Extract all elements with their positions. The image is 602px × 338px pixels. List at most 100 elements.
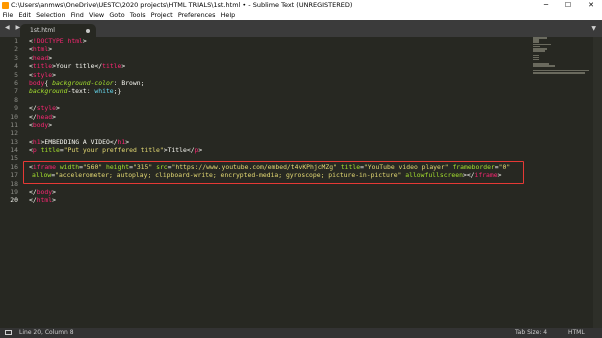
code-token: Title <box>167 146 187 155</box>
minimap-line <box>533 58 539 61</box>
code-line[interactable]: background-text: white;} <box>29 87 569 95</box>
menu-file[interactable]: File <box>0 11 16 20</box>
line-number: 16 <box>10 162 18 171</box>
code-line[interactable]: <title>Your title</title> <box>29 62 569 70</box>
code-token: </ <box>29 196 37 205</box>
code-token: white <box>94 87 114 96</box>
line-number: 6 <box>14 78 18 87</box>
menu-selection[interactable]: Selection <box>33 11 68 20</box>
tab-size-selector[interactable]: Tab Size: 4 <box>515 328 547 338</box>
code-line[interactable]: <h1>EMBEDDING A VIDEO</h1> <box>29 138 569 146</box>
code-line[interactable]: </head> <box>29 113 569 121</box>
code-line-current[interactable]: </html> <box>29 196 569 204</box>
minimize-button[interactable]: ─ <box>535 0 557 11</box>
code-line[interactable]: <!DOCTYPE html> <box>29 37 569 45</box>
close-button[interactable]: ✕ <box>580 0 602 11</box>
code-token: title <box>32 62 53 71</box>
line-number: 8 <box>14 95 18 104</box>
code-token: > <box>125 137 130 146</box>
status-bar: Line 20, Column 8 Tab Size: 4 HTML <box>0 328 602 338</box>
code-token: </ <box>94 62 103 71</box>
menu-project[interactable]: Project <box>148 11 175 20</box>
code-token: </ <box>29 112 37 121</box>
code-line[interactable]: </body> <box>29 188 569 196</box>
line-number: 18 <box>10 179 18 188</box>
tab-1st-html[interactable]: 1st.html <box>20 24 96 37</box>
menu-help[interactable]: Help <box>218 11 238 20</box>
minimap-line <box>533 50 545 52</box>
code-token: h1 <box>32 137 41 146</box>
line-number-gutter: 1 2 3 4 5 6 7 8 9 10 11 12 13 14 15 16 1… <box>0 37 22 205</box>
code-line-empty[interactable] <box>29 129 569 137</box>
minimap-line <box>533 72 585 74</box>
code-token: > <box>198 146 203 155</box>
sublime-app-icon <box>2 2 9 9</box>
code-token: ; <box>140 78 145 87</box>
menu-preferences[interactable]: Preferences <box>175 11 218 20</box>
code-line[interactable]: <head> <box>29 54 569 62</box>
menu-tools[interactable]: Tools <box>127 11 148 20</box>
code-line[interactable]: <body> <box>29 121 569 129</box>
menu-goto[interactable]: Goto <box>107 11 127 20</box>
code-token: > <box>48 45 53 54</box>
line-number: 7 <box>14 87 18 96</box>
minimap-line <box>533 65 555 68</box>
code-token: Your title <box>55 62 95 71</box>
panel-toggle-icon[interactable] <box>5 330 12 335</box>
tab-bar: ◀ ▶ 1st.html ▼ <box>0 20 602 37</box>
tab-label: 1st.html <box>30 27 55 34</box>
code-token: > <box>82 37 87 45</box>
code-line[interactable]: <style> <box>29 71 569 79</box>
code-token: head <box>36 112 53 121</box>
code-token: </ <box>29 104 37 113</box>
line-number: 5 <box>14 70 18 79</box>
line-number: 19 <box>10 188 18 197</box>
code-line-empty[interactable] <box>29 96 569 104</box>
unsaved-dot-icon[interactable] <box>86 29 90 33</box>
code-token: html <box>36 196 53 205</box>
code-line[interactable]: <html> <box>29 45 569 53</box>
code-token: html <box>32 45 49 54</box>
code-editor[interactable]: 1 2 3 4 5 6 7 8 9 10 11 12 13 14 15 16 1… <box>0 37 602 328</box>
code-token: > <box>52 70 56 79</box>
code-token: Brown <box>121 78 141 87</box>
line-number: 13 <box>10 137 18 146</box>
code-token: { <box>44 78 53 87</box>
code-token: > <box>121 62 126 71</box>
line-number: 4 <box>14 62 18 71</box>
code-line[interactable]: <p title="Put your preffered title">Titl… <box>29 146 569 154</box>
menu-edit[interactable]: Edit <box>16 11 34 20</box>
code-token: > <box>48 120 53 129</box>
line-number-current: 20 <box>10 196 18 205</box>
menu-view[interactable]: View <box>86 11 106 20</box>
code-token: -text: <box>67 87 95 96</box>
line-number: 15 <box>10 154 18 163</box>
code-token: title <box>40 146 60 155</box>
code-token: background-color <box>52 78 114 87</box>
line-number: 10 <box>10 112 18 121</box>
menu-find[interactable]: Find <box>68 11 86 20</box>
line-number: 3 <box>14 53 18 62</box>
code-token: </ <box>186 146 195 155</box>
code-token: > <box>48 53 53 62</box>
code-token: </ <box>109 137 118 146</box>
code-token: </ <box>29 188 37 197</box>
code-token: background <box>29 87 68 96</box>
code-line[interactable]: body{ background-color: Brown; <box>29 79 569 87</box>
syntax-selector[interactable]: HTML <box>568 328 585 338</box>
minimap[interactable] <box>533 37 591 77</box>
maximize-button[interactable]: ☐ <box>557 0 579 11</box>
code-token: body <box>36 188 53 197</box>
code-token: > <box>52 196 56 205</box>
line-number: 12 <box>10 129 18 138</box>
code-token: body <box>29 78 45 87</box>
cursor-position: Line 20, Column 8 <box>19 329 74 336</box>
code-token: !DOCTYPE <box>32 37 64 45</box>
code-line[interactable]: </style> <box>29 104 569 112</box>
title-bar: C:\Users\anmws\OneDrive\UESTC\2020 proje… <box>0 0 602 11</box>
line-number: 9 <box>14 104 18 113</box>
code-token: style <box>32 70 53 79</box>
vertical-scrollbar[interactable] <box>593 37 602 328</box>
tab-list-dropdown-icon[interactable]: ▼ <box>591 25 596 32</box>
line-number: 2 <box>14 45 18 54</box>
